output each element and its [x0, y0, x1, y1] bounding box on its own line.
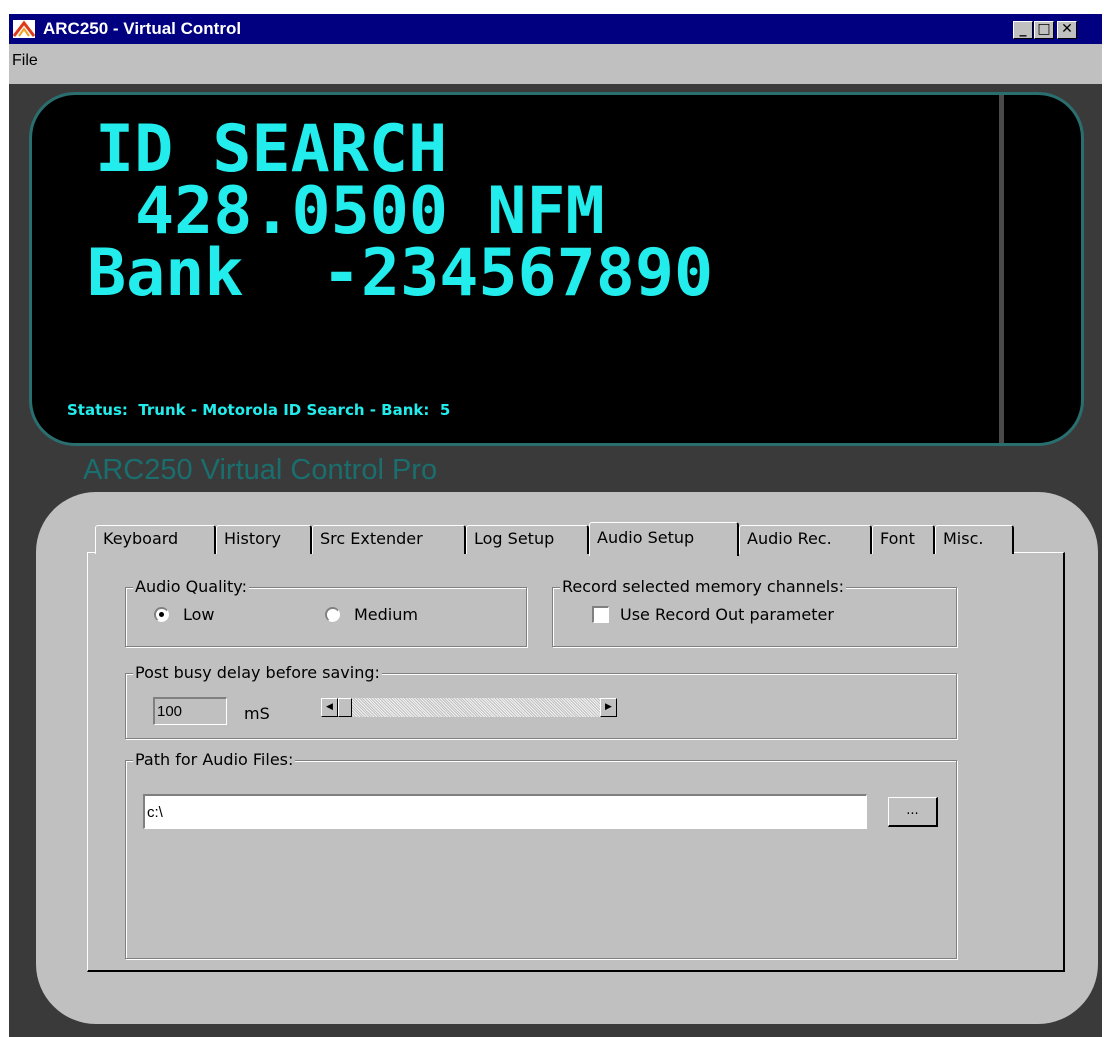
- use-record-out-checkbox[interactable]: [592, 606, 609, 623]
- audio-quality-group: Audio Quality: Low Medium: [125, 577, 527, 647]
- delay-value-input[interactable]: [155, 699, 226, 724]
- display-status-line: Status: Trunk - Motorola ID Search - Ban…: [67, 401, 451, 419]
- tab-history[interactable]: History: [216, 525, 312, 554]
- close-button[interactable]: ✕: [1057, 21, 1077, 39]
- audio-quality-legend: Audio Quality:: [133, 577, 249, 597]
- delay-value-field[interactable]: [153, 697, 227, 725]
- display-mode-line: ID SEARCH: [95, 112, 448, 187]
- tab-keyboard[interactable]: Keyboard: [95, 525, 216, 554]
- display-scrollbar[interactable]: [999, 95, 1004, 443]
- audio-path-input[interactable]: [145, 796, 866, 828]
- browse-button[interactable]: ...: [888, 797, 938, 827]
- tab-src-extender[interactable]: Src Extender: [312, 525, 466, 554]
- radio-medium[interactable]: [325, 607, 340, 622]
- delay-slider[interactable]: ◀ ▶: [321, 698, 617, 717]
- record-channels-group: Record selected memory channels: Use Rec…: [552, 577, 957, 647]
- radio-medium-label[interactable]: Medium: [354, 605, 418, 625]
- radio-low[interactable]: [154, 607, 169, 622]
- tab-font[interactable]: Font: [872, 525, 935, 554]
- record-channels-legend: Record selected memory channels:: [560, 577, 846, 597]
- tab-content-audio-setup: Audio Quality: Low Medium Record selecte…: [87, 552, 1065, 972]
- arc-logo-icon: [13, 20, 35, 38]
- maximize-button[interactable]: □: [1034, 21, 1054, 39]
- tab-misc[interactable]: Misc.: [935, 525, 1014, 554]
- post-busy-delay-group: Post busy delay before saving: mS ◀ ▶: [125, 663, 957, 739]
- settings-panel: Audio Quality: Low Medium Record selecte…: [36, 492, 1098, 1024]
- audio-path-legend: Path for Audio Files:: [133, 750, 296, 770]
- tab-audio-rec[interactable]: Audio Rec.: [739, 525, 872, 554]
- radio-low-label[interactable]: Low: [183, 605, 215, 625]
- menu-file[interactable]: File: [12, 52, 38, 70]
- minimize-button[interactable]: _: [1013, 21, 1033, 39]
- use-record-out-label[interactable]: Use Record Out parameter: [620, 605, 834, 625]
- post-busy-delay-legend: Post busy delay before saving:: [133, 663, 382, 683]
- title-bar[interactable]: ARC250 - Virtual Control _ □ ✕: [9, 14, 1102, 44]
- audio-path-group: Path for Audio Files: ...: [125, 750, 957, 959]
- delay-unit-label: mS: [244, 704, 270, 723]
- app-window: ARC250 - Virtual Control _ □ ✕ File ID S…: [9, 14, 1102, 1037]
- slider-thumb[interactable]: [338, 698, 352, 717]
- display-bank-line: Bank -234567890: [87, 236, 714, 311]
- display-frequency-line: 428.0500 NFM: [135, 174, 605, 249]
- tab-log-setup[interactable]: Log Setup: [466, 525, 589, 554]
- lcd-display: ID SEARCH 428.0500 NFM Bank -234567890 S…: [29, 92, 1084, 446]
- audio-path-field[interactable]: [143, 794, 867, 829]
- brand-title: ARC250 Virtual Control Pro: [83, 454, 438, 486]
- slider-left-arrow-icon[interactable]: ◀: [321, 698, 338, 717]
- slider-track[interactable]: [338, 698, 600, 717]
- menu-bar: File: [9, 44, 1102, 84]
- window-title: ARC250 - Virtual Control: [43, 19, 242, 38]
- tab-audio-setup[interactable]: Audio Setup: [589, 522, 739, 556]
- slider-right-arrow-icon[interactable]: ▶: [600, 698, 617, 717]
